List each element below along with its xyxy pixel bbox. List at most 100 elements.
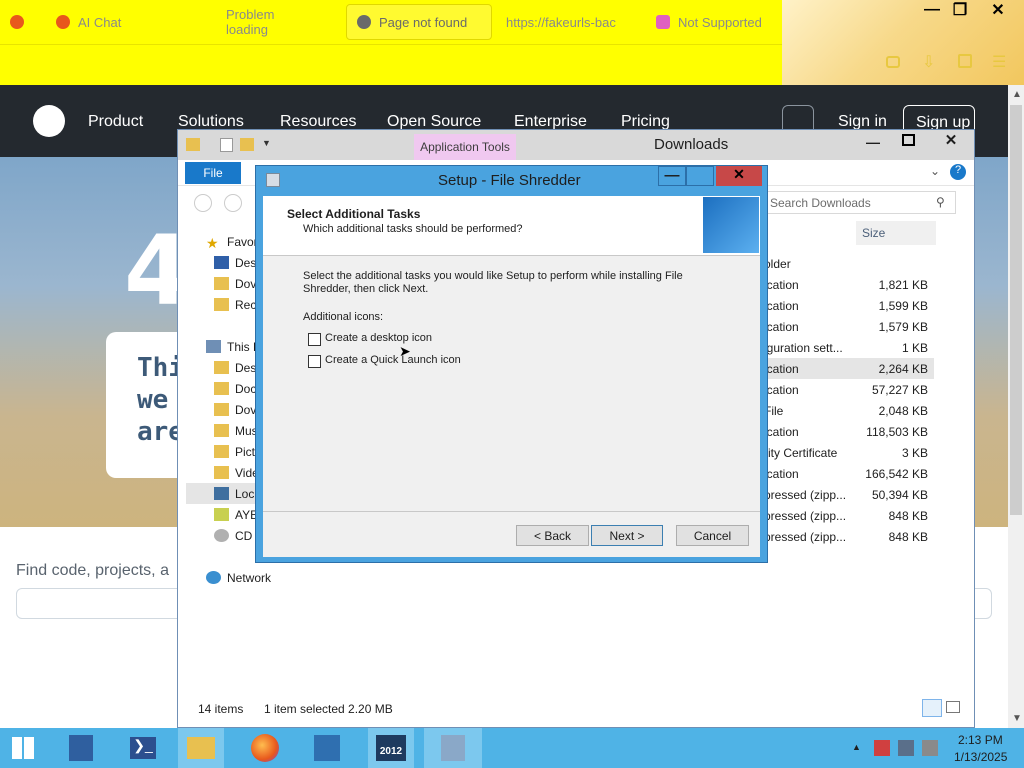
quick-launch-checkbox[interactable] [308,355,321,368]
theme-background-image: — ❐ ✕ ⇩ ☰ [782,0,1024,85]
scroll-down-icon[interactable]: ▼ [1012,713,1022,724]
firefox-icon[interactable] [10,15,24,29]
folder-icon [214,382,229,395]
nav-cd-drive[interactable]: CD [214,525,252,546]
tab-not-supported[interactable]: Not Supported [646,4,776,40]
github-logo-icon[interactable] [33,105,65,137]
setup-computer-icon [703,197,759,253]
file-size: 1,579 KB [878,319,928,334]
nav-pictures[interactable]: Pict [214,441,255,462]
nav-aye-drive[interactable]: AYE [214,504,258,525]
file-row[interactable]: ication 166,542 KB [764,463,934,484]
scroll-thumb[interactable] [1010,105,1022,515]
tab-ai-chat[interactable]: AI Chat [46,4,131,40]
show-hidden-icons-icon[interactable]: ▲ [852,742,861,752]
nav-label: Dov [235,402,257,417]
file-row[interactable]: pressed (zipp... 50,394 KB [764,484,934,505]
file-row[interactable]: ication 1,821 KB [764,274,934,295]
desktop-icon-checkbox[interactable] [308,333,321,346]
details-view-icon[interactable] [922,699,942,717]
nav-label: Network [227,570,272,585]
back-button[interactable]: < Back [516,525,589,546]
quick-access-dropdown-icon[interactable]: ▼ [262,138,271,148]
nav-pc-desktop[interactable]: Des [214,357,256,378]
maximize-icon[interactable] [902,134,915,146]
minimize-icon[interactable]: — [658,166,686,186]
page-scrollbar[interactable]: ▲ ▼ [1008,85,1024,728]
nav-desktop[interactable]: Des [214,252,256,273]
tab-page-not-found[interactable]: Page not found [346,4,492,40]
tab-fakeurls[interactable]: https://fakeurls-bac [496,4,626,40]
tab-label: Not Supported [678,14,762,30]
help-icon[interactable]: ? [950,164,966,180]
close-icon[interactable]: ✕ [980,0,1016,20]
taskbar-setup[interactable] [424,728,482,768]
back-arrow-icon[interactable] [194,194,212,212]
file-row[interactable]: iguration sett... 1 KB [764,337,934,358]
volume-icon[interactable] [922,740,938,756]
search-downloads-input[interactable]: Search Downloads [763,191,956,214]
nav-pc-downloads[interactable]: Dov [214,399,256,420]
nav-favorites[interactable]: ★ Favor [206,231,258,252]
file-row-selected[interactable]: ication 2,264 KB [764,358,934,379]
file-row[interactable]: File 2,048 KB [764,400,934,421]
next-button[interactable]: Next > [591,525,663,546]
taskbar-server-manager[interactable] [58,728,104,768]
restore-icon[interactable]: ❐ [942,0,978,20]
menu-icon[interactable]: ☰ [992,52,1006,72]
taskbar-firefox[interactable] [242,728,288,768]
mouse-cursor-icon: ➤ [399,343,411,359]
file-row[interactable]: ication 118,503 KB [764,421,934,442]
taskbar-file-explorer[interactable] [178,728,224,768]
setup-titlebar: Setup - File Shredder — ✕ [256,166,767,194]
nav-network[interactable]: Network [206,567,271,588]
file-row[interactable]: pressed (zipp... 848 KB [764,526,934,547]
quick-launch-option-label[interactable]: Create a Quick Launch icon [325,354,461,366]
file-row[interactable]: ication 1,579 KB [764,316,934,337]
minimize-icon[interactable]: — [866,134,880,150]
clock-time[interactable]: 2:13 PM [958,733,1003,747]
maximize-icon[interactable] [686,166,714,186]
start-button[interactable] [0,728,46,768]
cancel-button[interactable]: Cancel [676,525,749,546]
file-row[interactable]: ication 1,599 KB [764,295,934,316]
nav-local-disk[interactable]: Loc [186,483,256,504]
ribbon-expand-icon[interactable]: ⌄ [930,164,940,178]
taskbar-powershell[interactable]: ❯_ [120,728,166,768]
nav-this-pc[interactable]: This P [206,336,261,357]
taskbar-virtualbox[interactable] [304,728,350,768]
folder-icon [214,445,229,458]
tab-problem-loading[interactable]: Problem loading [200,4,320,40]
file-row[interactable]: pressed (zipp... 848 KB [764,505,934,526]
network-status-icon[interactable] [898,740,914,756]
large-icons-view-icon[interactable] [946,701,960,713]
folder-icon [214,424,229,437]
file-row[interactable]: ication 57,227 KB [764,379,934,400]
file-row[interactable]: older [764,253,934,274]
column-header-size[interactable]: Size [856,221,936,245]
new-folder-icon[interactable] [240,138,254,151]
security-icon[interactable] [874,740,890,756]
taskbar-windows-2012[interactable]: 2012 [368,728,414,768]
nav-label: Des [235,255,257,270]
file-tab[interactable]: File [185,162,241,184]
desktop-icon-option-label[interactable]: Create a desktop icon [325,332,432,344]
clock-date[interactable]: 1/13/2025 [954,750,1007,764]
nav-downloads[interactable]: Dov [214,273,256,294]
nav-recent[interactable]: Rec [214,294,256,315]
properties-icon[interactable] [220,138,233,152]
nav-videos[interactable]: Vide [214,462,259,483]
pocket-icon[interactable] [886,56,900,68]
scroll-up-icon[interactable]: ▲ [1012,89,1022,100]
download-icon[interactable]: ⇩ [922,52,935,72]
nav-music[interactable]: Mus [214,420,258,441]
nav-product[interactable]: Product [88,113,143,131]
close-icon[interactable]: ✕ [716,166,762,186]
firefox-icon [251,734,279,762]
nav-documents[interactable]: Doc [214,378,256,399]
file-row[interactable]: rity Certificate 3 KB [764,442,934,463]
close-icon[interactable]: ✕ [930,131,972,151]
application-tools-tab[interactable]: Application Tools [414,134,516,160]
forward-arrow-icon[interactable] [224,194,242,212]
extensions-icon[interactable] [958,54,972,68]
